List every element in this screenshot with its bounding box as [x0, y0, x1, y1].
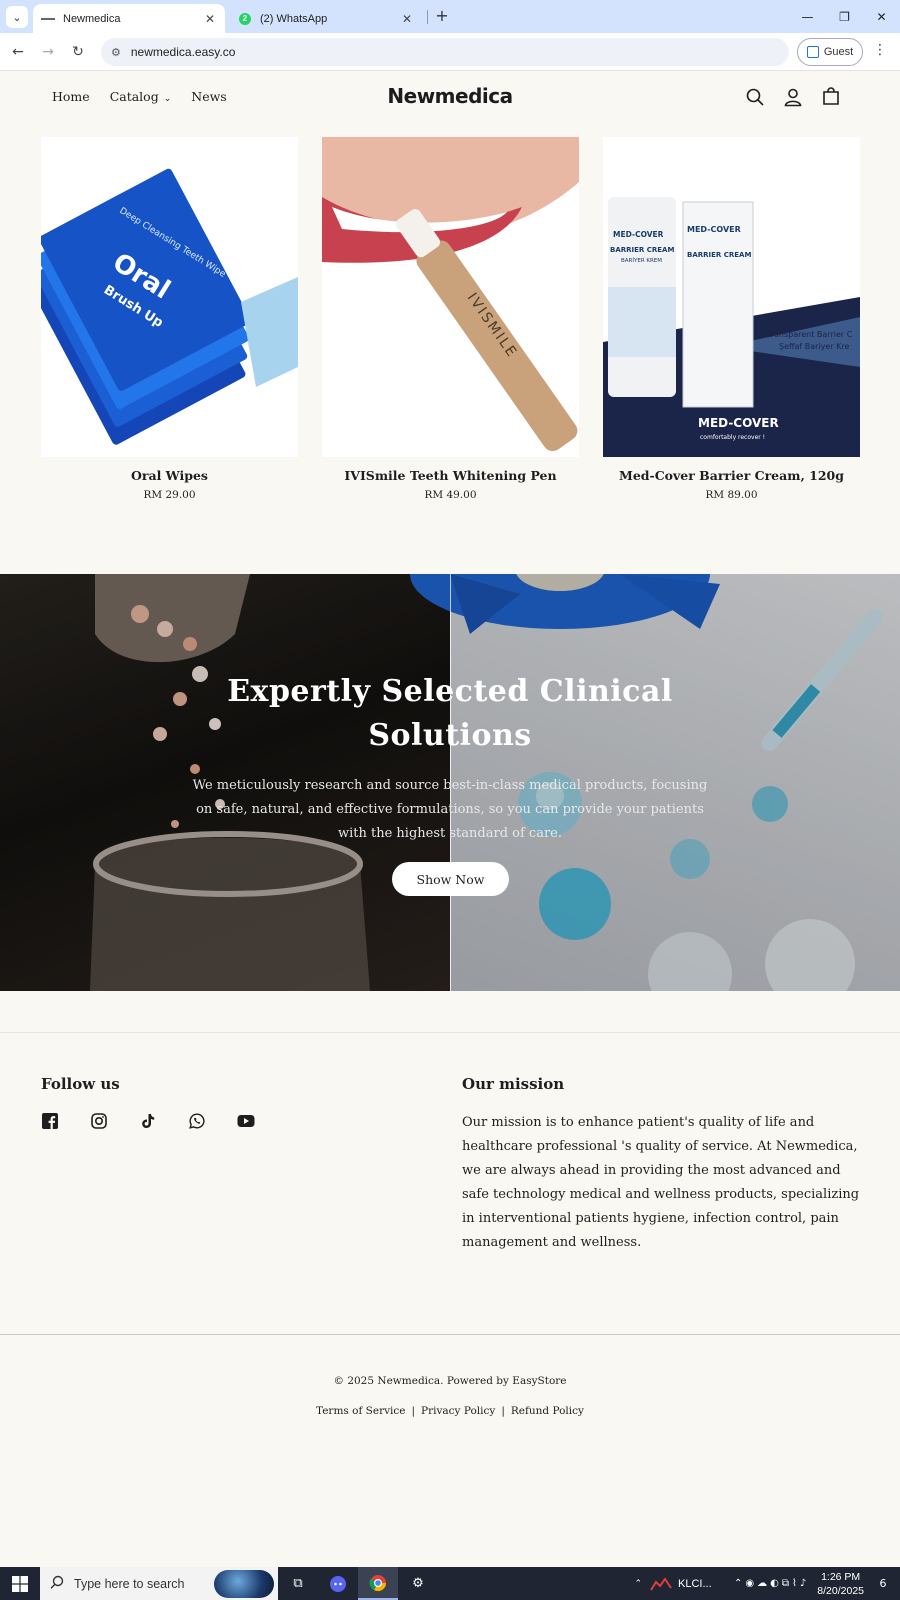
box-product-text: BARRIER CREAM	[687, 251, 751, 259]
mission-text: Our mission is to enhance patient's qual…	[462, 1115, 860, 1250]
chevron-up-icon[interactable]: ⌃	[634, 1579, 642, 1589]
newmedica-favicon-icon	[41, 12, 55, 26]
tagline-tr-text: Şeffaf Bariyer Kre	[779, 342, 850, 351]
stock-chart-icon	[650, 1576, 672, 1591]
product-card[interactable]: IVISMILE IVISmile Teeth Whitening Pen RM…	[322, 137, 579, 501]
product-image-ivismile[interactable]: IVISMILE	[322, 137, 579, 457]
banner-slogan-text: comfortably recover !	[700, 434, 765, 441]
discord-icon[interactable]	[318, 1567, 358, 1600]
browser-tab-strip: ⌄ Newmedica ✕ 2 (2) WhatsApp ✕ + — ❐ ✕	[0, 0, 900, 33]
product-card[interactable]: MED-COVER BARRIER CREAM BARİYER KREM MED…	[603, 137, 860, 501]
restore-icon[interactable]: ❐	[826, 0, 863, 33]
footer-bottom-divider	[0, 1334, 900, 1335]
tab-search-button[interactable]: ⌄	[6, 6, 28, 28]
taskbar-search-box[interactable]: Type here to search	[40, 1567, 278, 1600]
back-icon[interactable]: ←	[8, 42, 28, 62]
tab-whatsapp[interactable]: 2 (2) WhatsApp ✕	[230, 4, 422, 33]
notification-icon[interactable]: 6	[872, 1574, 894, 1594]
terms-of-service-link[interactable]: Terms of Service	[316, 1405, 405, 1417]
tube-brand-text: MED-COVER	[613, 230, 664, 239]
privacy-policy-link[interactable]: Privacy Policy	[421, 1405, 495, 1417]
footer-divider	[0, 1032, 900, 1033]
product-price: RM 49.00	[424, 489, 477, 501]
task-view-icon[interactable]: ⧉	[278, 1567, 318, 1600]
profile-button[interactable]: Guest	[797, 38, 863, 66]
clock-time: 1:26 PM	[821, 1570, 861, 1583]
tab-separator	[427, 10, 428, 24]
tube-product-tr-text: BARİYER KREM	[621, 257, 662, 264]
whatsapp-badge: 2	[239, 12, 251, 25]
store-header: Home Catalog ⌄ News Newmedica	[0, 72, 900, 124]
tab-title: (2) WhatsApp	[260, 12, 328, 25]
product-name[interactable]: Med-Cover Barrier Cream, 120g	[603, 468, 860, 483]
url-text: newmedica.easy.co	[130, 45, 236, 59]
notification-count: 6	[879, 1577, 887, 1590]
product-image-med-cover[interactable]: MED-COVER BARRIER CREAM BARİYER KREM MED…	[603, 137, 860, 457]
social-links	[41, 1112, 255, 1130]
settings-icon[interactable]: ⚙	[398, 1567, 438, 1600]
tube-product-text: BARRIER CREAM	[610, 246, 674, 254]
search-icon[interactable]	[744, 86, 766, 108]
search-highlight-icon	[214, 1569, 274, 1598]
product-price: RM 29.00	[143, 489, 196, 501]
header-icons	[744, 86, 842, 108]
product-image-oral-wipes[interactable]: Oral Brush Up Deep Cleansing Teeth Wipe	[41, 137, 298, 457]
browser-menu-icon[interactable]: ⋮	[872, 42, 888, 62]
tab-close-icon[interactable]: ✕	[203, 12, 217, 26]
product-price: RM 89.00	[705, 489, 758, 501]
forward-icon[interactable]: →	[38, 42, 58, 62]
tab-close-icon[interactable]: ✕	[400, 12, 414, 26]
hero-banner: Expertly Selected Clinical Solutions We …	[0, 574, 900, 991]
taskbar-search-placeholder: Type here to search	[74, 1576, 185, 1591]
policy-separator: |	[501, 1405, 505, 1417]
close-window-icon[interactable]: ✕	[863, 0, 900, 33]
windows-start-icon[interactable]	[0, 1567, 40, 1600]
site-info-icon[interactable]: ⚙	[111, 46, 121, 59]
policy-separator: |	[411, 1405, 416, 1417]
product-grid: Oral Brush Up Deep Cleansing Teeth Wipe …	[41, 137, 860, 501]
tab-title: Newmedica	[63, 12, 121, 25]
profile-icon	[806, 46, 819, 58]
clock-date: 8/20/2025	[817, 1584, 864, 1597]
banner-brand-text: MED-COVER	[698, 416, 779, 430]
policy-links: Terms of Service | Privacy Policy | Refund P…	[0, 1405, 900, 1417]
tray-icons[interactable]: ⌃◉☁◐⧉⌇♪	[734, 1578, 809, 1589]
account-icon[interactable]	[782, 86, 804, 108]
copyright-text: © 2025 Newmedica. Powered by EasyStore	[333, 1375, 567, 1387]
facebook-icon[interactable]	[41, 1112, 59, 1130]
profile-label: Guest	[823, 46, 854, 58]
refund-policy-link[interactable]: Refund Policy	[511, 1405, 584, 1417]
reload-icon[interactable]: ↻	[68, 42, 88, 62]
window-controls: — ❐ ✕	[789, 0, 900, 33]
tab-newmedica[interactable]: Newmedica ✕	[33, 4, 225, 33]
youtube-icon[interactable]	[237, 1112, 255, 1130]
follow-us-title: Follow us	[41, 1075, 120, 1093]
system-tray: ⌃ KLCI... ⌃◉☁◐⧉⌇♪ 1:26 PM 8/20/2025 6	[634, 1567, 900, 1600]
product-name[interactable]: IVISmile Teeth Whitening Pen	[322, 468, 579, 483]
stock-label: KLCI...	[678, 1577, 712, 1590]
search-icon	[50, 1575, 64, 1592]
show-now-button[interactable]: Show Now	[392, 862, 509, 896]
clock[interactable]: 1:26 PM 8/20/2025	[817, 1570, 864, 1598]
box-brand-text: MED-COVER	[687, 225, 741, 234]
whatsapp-favicon-icon: 2	[238, 12, 252, 26]
tagline-en-text: Transparent Barrier C	[766, 330, 853, 339]
cart-icon[interactable]	[820, 86, 842, 108]
banner-title: Expertly Selected Clinical Solutions	[227, 674, 673, 753]
stock-widget[interactable]: KLCI...	[650, 1576, 726, 1592]
minimize-icon[interactable]: —	[789, 0, 826, 33]
banner-text: We meticulously research and source best…	[192, 778, 708, 841]
product-name[interactable]: Oral Wipes	[41, 468, 298, 483]
address-bar[interactable]: ⚙ newmedica.easy.co	[101, 38, 789, 66]
tiktok-icon[interactable]	[139, 1112, 157, 1130]
windows-taskbar: Type here to search ⧉ ⚙ ⌃ KLCI... ⌃◉☁◐⧉⌇…	[0, 1567, 900, 1600]
mission-title: Our mission	[462, 1075, 565, 1093]
whatsapp-icon[interactable]	[188, 1112, 206, 1130]
chrome-icon[interactable]	[358, 1567, 398, 1600]
new-tab-icon[interactable]: +	[432, 6, 452, 26]
product-card[interactable]: Oral Brush Up Deep Cleansing Teeth Wipe …	[41, 137, 298, 501]
browser-toolbar: ← → ↻ ⚙ newmedica.easy.co Guest ⋮	[0, 33, 900, 71]
instagram-icon[interactable]	[90, 1112, 108, 1130]
